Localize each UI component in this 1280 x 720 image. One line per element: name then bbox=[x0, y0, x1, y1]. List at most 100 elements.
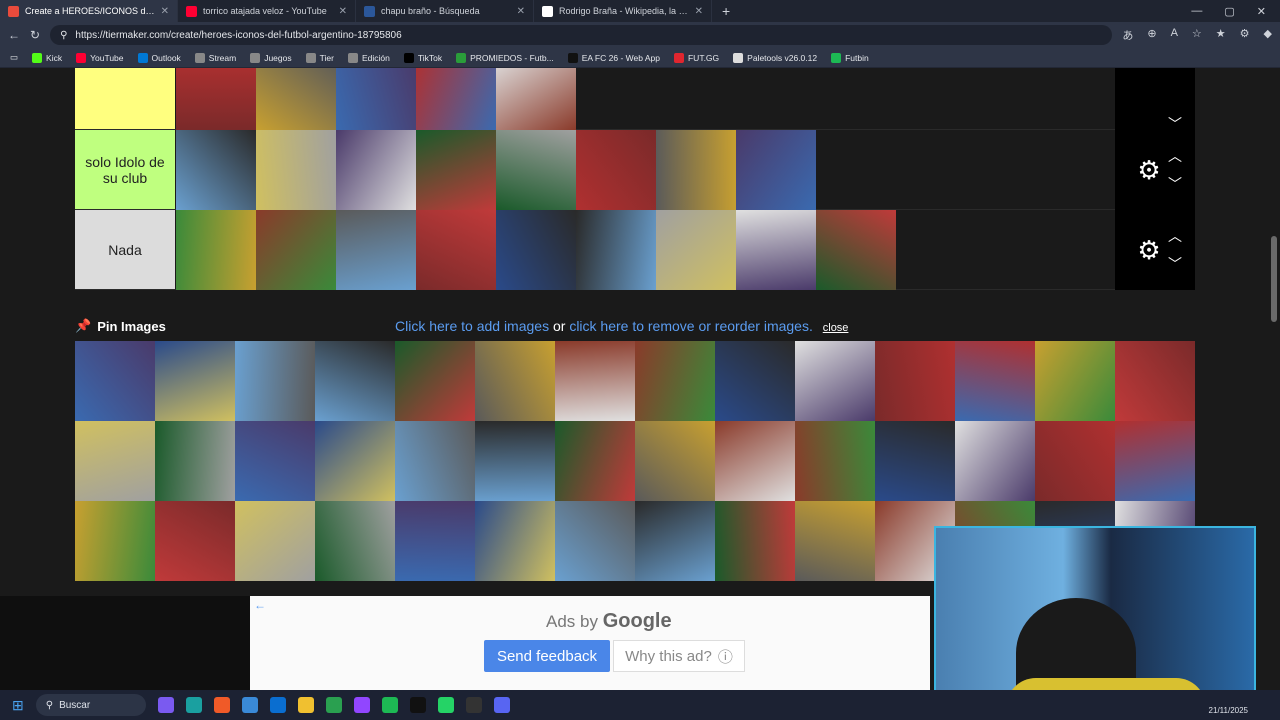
chevron-down-icon[interactable]: ﹀ bbox=[1165, 254, 1185, 274]
tab-close-icon[interactable]: ✕ bbox=[517, 6, 525, 17]
translate-icon[interactable]: あ bbox=[1122, 27, 1133, 43]
player-image[interactable] bbox=[416, 130, 496, 210]
bookmark-item[interactable]: Tier bbox=[305, 52, 334, 63]
pool-player-image[interactable] bbox=[75, 341, 155, 421]
bookmark-item[interactable]: Edición bbox=[347, 52, 390, 63]
player-image[interactable] bbox=[336, 68, 416, 130]
chrome-taskbar-icon[interactable] bbox=[325, 697, 342, 713]
pool-player-image[interactable] bbox=[955, 341, 1035, 421]
pool-player-image[interactable] bbox=[635, 341, 715, 421]
pool-player-image[interactable] bbox=[315, 341, 395, 421]
pool-player-image[interactable] bbox=[235, 341, 315, 421]
outlook-taskbar-icon[interactable] bbox=[269, 697, 286, 713]
pool-player-image[interactable] bbox=[155, 501, 235, 581]
scrollbar-thumb[interactable] bbox=[1271, 236, 1277, 322]
close-window-icon[interactable]: ✕ bbox=[1257, 5, 1266, 18]
twitch-taskbar-icon[interactable] bbox=[353, 697, 370, 713]
tier-label[interactable]: Nada bbox=[75, 210, 175, 289]
spotify-taskbar-icon[interactable] bbox=[381, 697, 398, 713]
reload-icon[interactable]: ↻ bbox=[30, 28, 40, 42]
browser-tab[interactable]: torrico atajada veloz - YouTube ✕ bbox=[178, 0, 356, 22]
pool-player-image[interactable] bbox=[475, 341, 555, 421]
folder-taskbar-icon[interactable] bbox=[297, 697, 314, 713]
player-image[interactable] bbox=[496, 130, 576, 210]
close-link[interactable]: close bbox=[823, 322, 849, 334]
player-image[interactable] bbox=[736, 130, 816, 210]
pool-player-image[interactable] bbox=[235, 501, 315, 581]
pool-player-image[interactable] bbox=[395, 421, 475, 501]
favorite-star-icon[interactable]: ☆ bbox=[1192, 27, 1202, 43]
bookmark-item[interactable]: EA FC 26 - Web App bbox=[567, 52, 660, 63]
player-image[interactable] bbox=[176, 210, 256, 290]
tab-close-icon[interactable]: ✕ bbox=[161, 6, 169, 17]
pool-player-image[interactable] bbox=[475, 421, 555, 501]
player-image[interactable] bbox=[816, 210, 896, 290]
player-image[interactable] bbox=[576, 210, 656, 290]
chevron-up-icon[interactable]: ︿ bbox=[1165, 146, 1185, 166]
browser-tab[interactable]: Create a HEROES/ICONOS del FU ✕ bbox=[0, 0, 178, 22]
chevron-up-icon[interactable]: ︿ bbox=[1165, 226, 1185, 246]
pool-player-image[interactable] bbox=[1115, 421, 1195, 501]
bookmark-item[interactable]: Paletools v26.0.12 bbox=[733, 52, 817, 63]
bookmark-item[interactable]: Juegos bbox=[250, 52, 292, 63]
player-image[interactable] bbox=[656, 210, 736, 290]
widgets-taskbar-icon[interactable] bbox=[241, 697, 258, 713]
browser-tab[interactable]: Rodrigo Braña - Wikipedia, la enc ✕ bbox=[534, 0, 712, 22]
pool-player-image[interactable] bbox=[715, 501, 795, 581]
pool-player-image[interactable] bbox=[395, 501, 475, 581]
pool-player-image[interactable] bbox=[315, 501, 395, 581]
whatsapp-taskbar-icon[interactable] bbox=[437, 697, 454, 713]
copilot-taskbar-icon[interactable] bbox=[157, 697, 174, 713]
pool-player-image[interactable] bbox=[795, 421, 875, 501]
player-image[interactable] bbox=[736, 210, 816, 290]
capcut-taskbar-icon[interactable] bbox=[409, 697, 426, 713]
pool-player-image[interactable] bbox=[1115, 341, 1195, 421]
bookmark-item[interactable]: PROMIEDOS - Futb... bbox=[456, 52, 554, 63]
pool-player-image[interactable] bbox=[875, 421, 955, 501]
pool-player-image[interactable] bbox=[555, 501, 635, 581]
pool-player-image[interactable] bbox=[1035, 421, 1115, 501]
bookmark-item[interactable]: Kick bbox=[32, 52, 62, 63]
pool-player-image[interactable] bbox=[75, 501, 155, 581]
player-image[interactable] bbox=[416, 210, 496, 290]
taskbar-search[interactable]: ⚲ Buscar bbox=[35, 694, 146, 716]
bookmark-item[interactable]: Futbin bbox=[831, 52, 869, 63]
pool-player-image[interactable] bbox=[955, 421, 1035, 501]
bookmark-item[interactable]: Stream bbox=[194, 52, 236, 63]
player-image[interactable] bbox=[656, 130, 736, 210]
minimize-icon[interactable]: — bbox=[1191, 5, 1202, 18]
chevron-down-icon[interactable]: ﹀ bbox=[1165, 174, 1185, 194]
favorites-icon[interactable]: ★ bbox=[1216, 27, 1226, 43]
gear-icon[interactable]: ⚙ bbox=[1135, 156, 1163, 184]
pool-player-image[interactable] bbox=[1035, 341, 1115, 421]
obs-taskbar-icon[interactable] bbox=[465, 697, 482, 713]
player-image[interactable] bbox=[336, 210, 416, 290]
read-aloud-icon[interactable]: A bbox=[1171, 27, 1178, 43]
discord-taskbar-icon[interactable] bbox=[493, 697, 510, 713]
send-feedback-button[interactable]: Send feedback bbox=[484, 640, 610, 672]
player-image[interactable] bbox=[256, 68, 336, 130]
bookmark-item[interactable]: TikTok bbox=[403, 52, 442, 63]
player-image[interactable] bbox=[576, 130, 656, 210]
tab-close-icon[interactable]: ✕ bbox=[695, 6, 703, 17]
tier-label[interactable] bbox=[75, 68, 175, 129]
pool-player-image[interactable] bbox=[635, 421, 715, 501]
player-image[interactable] bbox=[176, 130, 256, 210]
pool-player-image[interactable] bbox=[315, 421, 395, 501]
bookmark-item[interactable]: FUT.GG bbox=[673, 52, 719, 63]
tab-close-icon[interactable]: ✕ bbox=[339, 6, 347, 17]
windows-start-icon[interactable]: ⊞ bbox=[12, 697, 24, 714]
pool-player-image[interactable] bbox=[555, 421, 635, 501]
add-images-link[interactable]: Click here to add images bbox=[395, 318, 549, 334]
pool-player-image[interactable] bbox=[155, 421, 235, 501]
url-field[interactable]: ⚲ https://tiermaker.com/create/heroes-ic… bbox=[50, 25, 1113, 45]
brave-taskbar-icon[interactable] bbox=[213, 697, 230, 713]
pool-player-image[interactable] bbox=[715, 421, 795, 501]
ad-back-icon[interactable]: ← bbox=[254, 598, 266, 612]
maximize-icon[interactable]: ▢ bbox=[1224, 5, 1234, 18]
pool-player-image[interactable] bbox=[555, 341, 635, 421]
bookmark-item[interactable]: Outlook bbox=[137, 52, 181, 63]
player-image[interactable] bbox=[496, 68, 576, 130]
pool-player-image[interactable] bbox=[235, 421, 315, 501]
page-scrollbar[interactable] bbox=[1268, 68, 1280, 690]
